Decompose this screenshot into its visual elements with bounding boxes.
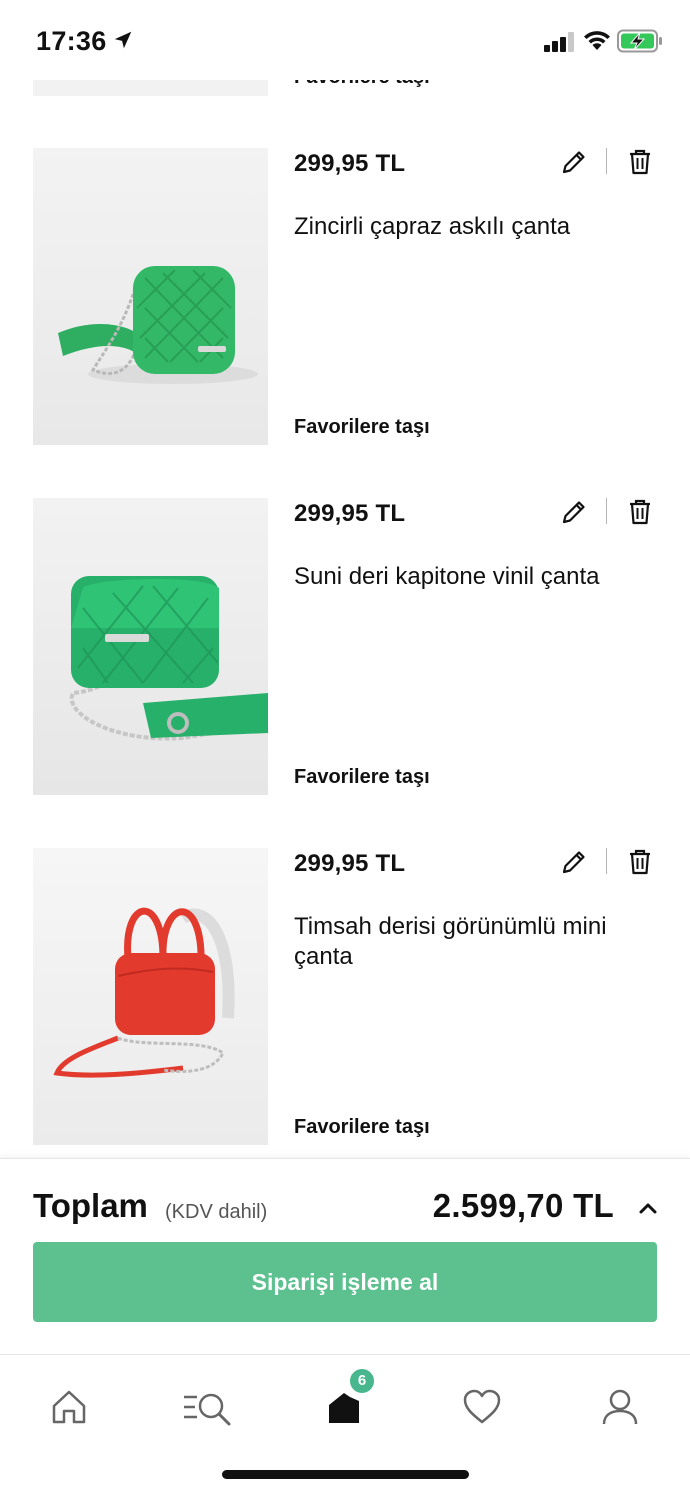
cart-count-badge: 6 [348, 1367, 376, 1395]
trash-icon[interactable] [627, 848, 653, 876]
product-image[interactable] [33, 80, 268, 96]
quilted-bag-image [33, 498, 268, 795]
action-divider [606, 848, 607, 874]
move-to-favorites-link[interactable]: Favorilere taşı [294, 416, 430, 439]
product-image[interactable] [33, 498, 268, 795]
move-to-favorites-link[interactable]: Favorilere taşı [294, 80, 430, 89]
order-summary: Toplam (KDV dahil) 2.599,70 TL Siparişi … [0, 1158, 690, 1354]
home-indicator[interactable] [222, 1470, 469, 1479]
product-image[interactable] [33, 848, 268, 1145]
cart-list[interactable]: Favorilere taşı [0, 80, 690, 1160]
tab-home[interactable] [33, 1371, 105, 1443]
action-divider [606, 148, 607, 174]
search-menu-icon [184, 1393, 231, 1426]
status-bar: 17:36 [0, 0, 690, 80]
heart-icon [463, 1389, 501, 1424]
status-time: 17:36 [36, 26, 107, 56]
edit-icon[interactable] [560, 498, 588, 526]
home-icon [52, 1390, 86, 1424]
move-to-favorites-link[interactable]: Favorilere taşı [294, 1116, 430, 1139]
product-image[interactable] [33, 148, 268, 445]
tab-account[interactable] [584, 1371, 656, 1443]
list-item: 299,95 TL Zincirli çapraz askılı çanta F… [0, 148, 690, 445]
action-divider [606, 498, 607, 524]
total-label: Toplam [33, 1187, 148, 1224]
total-amount: 2.599,70 TL [432, 1187, 614, 1224]
item-title[interactable]: Timsah derisi görünümlü mini çanta [294, 912, 634, 972]
item-title[interactable]: Suni deri kapitone vinil çanta [294, 562, 634, 592]
item-price: 299,95 TL [294, 500, 406, 527]
wifi-icon [584, 31, 610, 50]
mini-bag-image [33, 848, 268, 1145]
list-item: Favorilere taşı [0, 80, 690, 96]
tax-note: (KDV dahil) [165, 1201, 268, 1223]
chevron-up-icon[interactable] [636, 1199, 660, 1217]
tab-search[interactable] [172, 1371, 244, 1443]
trash-icon[interactable] [627, 148, 653, 176]
item-price: 299,95 TL [294, 850, 406, 877]
move-to-favorites-link[interactable]: Favorilere taşı [294, 766, 430, 789]
list-item: 299,95 TL Suni deri kapitone vinil çanta… [0, 498, 690, 795]
item-price: 299,95 TL [294, 150, 406, 177]
battery-charging-icon [617, 29, 662, 53]
signal-icon [544, 32, 574, 52]
checkout-button[interactable]: Siparişi işleme al [33, 1242, 657, 1322]
crossbody-bag-image [33, 148, 268, 445]
tab-favorites[interactable] [446, 1371, 518, 1443]
account-icon [602, 1389, 638, 1425]
location-arrow-icon [114, 31, 132, 49]
list-item: 299,95 TL Timsah derisi görünümlü mini ç… [0, 848, 690, 1145]
item-title[interactable]: Zincirli çapraz askılı çanta [294, 212, 634, 242]
edit-icon[interactable] [560, 848, 588, 876]
trash-icon[interactable] [627, 498, 653, 526]
edit-icon[interactable] [560, 148, 588, 176]
